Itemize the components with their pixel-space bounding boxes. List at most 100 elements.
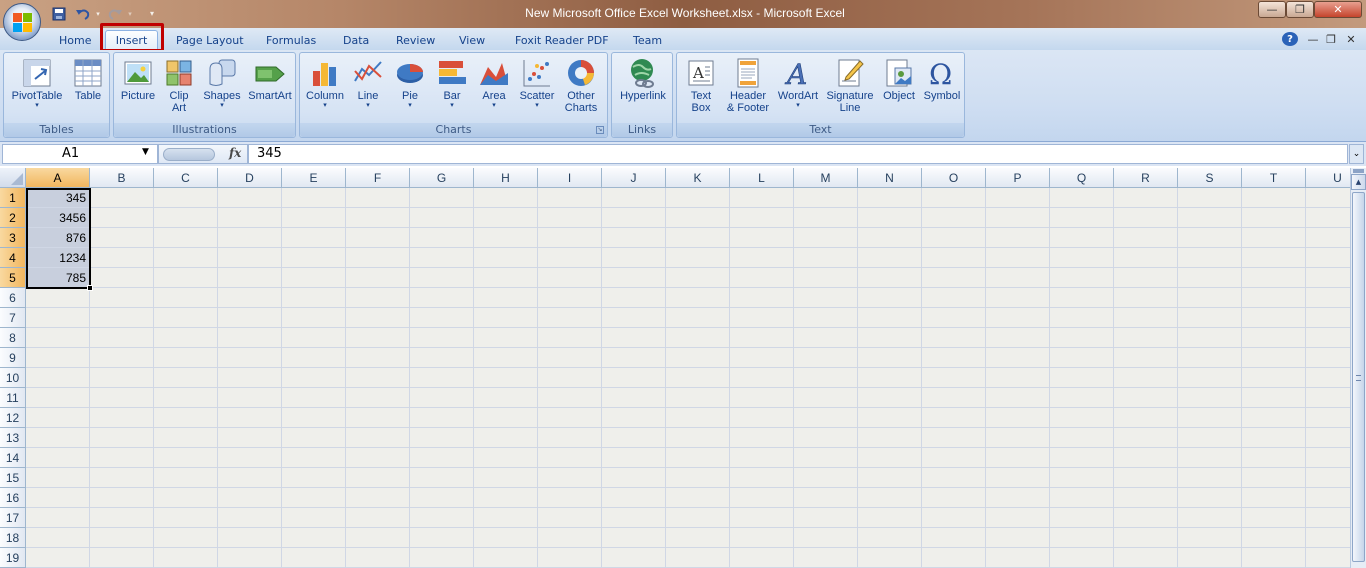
cell-h8[interactable] [474,328,538,348]
cell-l13[interactable] [730,428,794,448]
column-header-i[interactable]: I [538,168,602,188]
cell-e7[interactable] [282,308,346,328]
save-icon[interactable] [50,5,68,22]
cell-u17[interactable] [1306,508,1350,528]
cell-b18[interactable] [90,528,154,548]
cell-i6[interactable] [538,288,602,308]
cell-k1[interactable] [666,188,730,208]
cell-k7[interactable] [666,308,730,328]
cell-e8[interactable] [282,328,346,348]
cell-k8[interactable] [666,328,730,348]
cell-g16[interactable] [410,488,474,508]
cell-d14[interactable] [218,448,282,468]
cell-p15[interactable] [986,468,1050,488]
cell-r15[interactable] [1114,468,1178,488]
cell-t2[interactable] [1242,208,1306,228]
cell-j2[interactable] [602,208,666,228]
symbol-button[interactable]: Ω Symbol [920,57,964,121]
cell-i15[interactable] [538,468,602,488]
cell-f2[interactable] [346,208,410,228]
cell-f11[interactable] [346,388,410,408]
cell-d1[interactable] [218,188,282,208]
cell-c5[interactable] [154,268,218,288]
cell-g6[interactable] [410,288,474,308]
cell-t18[interactable] [1242,528,1306,548]
cell-t13[interactable] [1242,428,1306,448]
cell-k4[interactable] [666,248,730,268]
cell-g17[interactable] [410,508,474,528]
cell-o18[interactable] [922,528,986,548]
cell-e16[interactable] [282,488,346,508]
cell-u5[interactable] [1306,268,1350,288]
cell-n4[interactable] [858,248,922,268]
cell-j6[interactable] [602,288,666,308]
cell-i12[interactable] [538,408,602,428]
cell-n16[interactable] [858,488,922,508]
cell-g13[interactable] [410,428,474,448]
cell-s19[interactable] [1178,548,1242,568]
line-chart-button[interactable]: Line ▾ [347,57,389,121]
cell-r2[interactable] [1114,208,1178,228]
column-header-h[interactable]: H [474,168,538,188]
shapes-button[interactable]: Shapes ▾ [199,57,245,121]
cell-q3[interactable] [1050,228,1114,248]
vertical-scrollbar[interactable]: ▲ [1350,168,1366,568]
cell-g19[interactable] [410,548,474,568]
cell-b3[interactable] [90,228,154,248]
row-header-5[interactable]: 5 [0,268,26,288]
cell-k3[interactable] [666,228,730,248]
cell-g4[interactable] [410,248,474,268]
cell-s11[interactable] [1178,388,1242,408]
column-header-r[interactable]: R [1114,168,1178,188]
cell-a13[interactable] [26,428,90,448]
cell-o1[interactable] [922,188,986,208]
column-header-t[interactable]: T [1242,168,1306,188]
cell-c2[interactable] [154,208,218,228]
formula-bar-resize-handle[interactable] [163,148,215,161]
cell-d3[interactable] [218,228,282,248]
cell-d12[interactable] [218,408,282,428]
tab-formulas[interactable]: Formulas [257,30,325,50]
column-header-a[interactable]: A [26,168,90,188]
cell-u19[interactable] [1306,548,1350,568]
cell-u8[interactable] [1306,328,1350,348]
cell-o2[interactable] [922,208,986,228]
cell-a8[interactable] [26,328,90,348]
cell-e9[interactable] [282,348,346,368]
cell-p8[interactable] [986,328,1050,348]
column-header-m[interactable]: M [794,168,858,188]
cell-r10[interactable] [1114,368,1178,388]
cell-h15[interactable] [474,468,538,488]
cell-a11[interactable] [26,388,90,408]
cell-n2[interactable] [858,208,922,228]
clip-art-button[interactable]: Clip Art [159,57,199,121]
customize-qat-icon[interactable]: ▾ [146,5,158,22]
cell-l5[interactable] [730,268,794,288]
cell-o10[interactable] [922,368,986,388]
cell-f14[interactable] [346,448,410,468]
cell-a7[interactable] [26,308,90,328]
row-header-13[interactable]: 13 [0,428,26,448]
name-box[interactable]: A1 [2,144,158,164]
cell-f6[interactable] [346,288,410,308]
cell-h11[interactable] [474,388,538,408]
cell-n3[interactable] [858,228,922,248]
cell-i3[interactable] [538,228,602,248]
cell-g1[interactable] [410,188,474,208]
cell-a16[interactable] [26,488,90,508]
cell-a19[interactable] [26,548,90,568]
cell-c6[interactable] [154,288,218,308]
cell-f12[interactable] [346,408,410,428]
column-header-c[interactable]: C [154,168,218,188]
cell-m5[interactable] [794,268,858,288]
cell-n18[interactable] [858,528,922,548]
cell-h18[interactable] [474,528,538,548]
cell-o9[interactable] [922,348,986,368]
cell-p5[interactable] [986,268,1050,288]
cell-l17[interactable] [730,508,794,528]
row-header-15[interactable]: 15 [0,468,26,488]
cell-o11[interactable] [922,388,986,408]
row-header-10[interactable]: 10 [0,368,26,388]
cell-l18[interactable] [730,528,794,548]
row-header-8[interactable]: 8 [0,328,26,348]
